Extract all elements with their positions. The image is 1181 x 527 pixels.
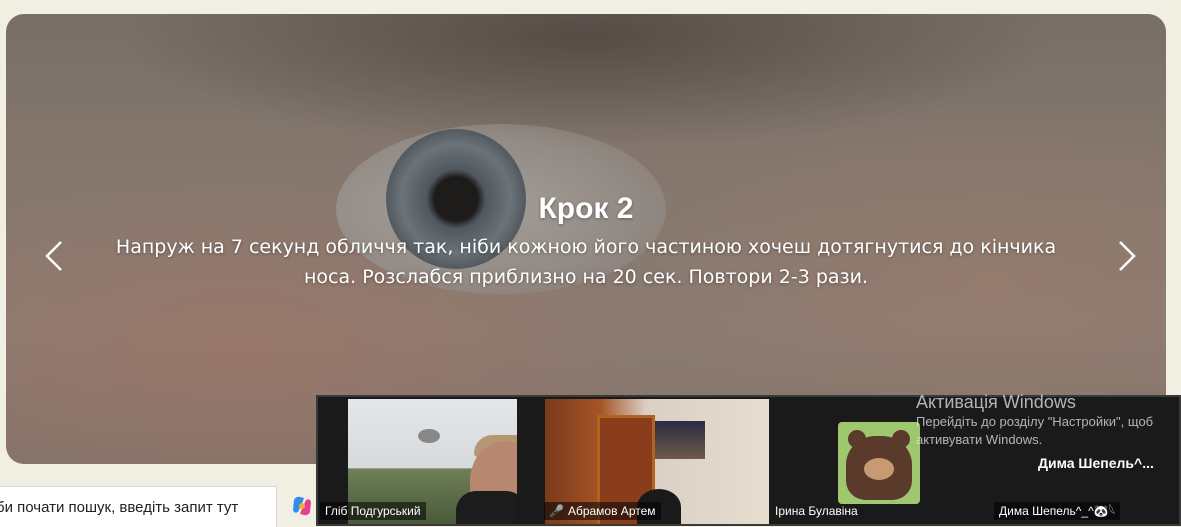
- participant-name-label: 🎤 Абрамов Артем: [544, 502, 661, 520]
- participant-name-text: Абрамов Артем: [567, 504, 656, 518]
- participant-avatar-bear[interactable]: [838, 422, 920, 504]
- carousel-caption: Крок 2 Напруж на 7 секунд обличчя так, н…: [106, 192, 1066, 292]
- taskbar-search-input[interactable]: би почати пошук, введіть запит тут: [0, 486, 277, 527]
- participant-name-label: Ірина Булавіна: [775, 504, 858, 518]
- participant-name-label: Гліб Подгурський: [320, 502, 426, 520]
- bear-face: [864, 458, 894, 480]
- video-call-strip: Дима Шепель^... Гліб Подгурський 🎤 Абрамо…: [316, 395, 1181, 526]
- carousel-next-button[interactable]: [1107, 232, 1147, 280]
- copilot-icon[interactable]: [290, 494, 314, 518]
- wall-picture: [655, 421, 705, 459]
- avatar-participant-name: Дима Шепель^...: [1038, 455, 1154, 471]
- carousel-prev-button[interactable]: [34, 232, 74, 280]
- taskbar-search-placeholder: би почати пошук, введіть запит тут: [0, 498, 239, 516]
- ceiling-lamp: [418, 429, 440, 443]
- mic-off-icon: 🎤: [549, 504, 564, 518]
- carousel-text: Напруж на 7 секунд обличчя так, ніби кож…: [115, 236, 1057, 288]
- chevron-left-icon: [45, 241, 62, 271]
- chevron-right-icon: [1119, 241, 1136, 271]
- carousel-title: Крок 2: [538, 192, 634, 225]
- participant-shirt: [456, 491, 517, 524]
- participant-name-label: Дима Шепель^_^🐼𓆩: [994, 502, 1121, 520]
